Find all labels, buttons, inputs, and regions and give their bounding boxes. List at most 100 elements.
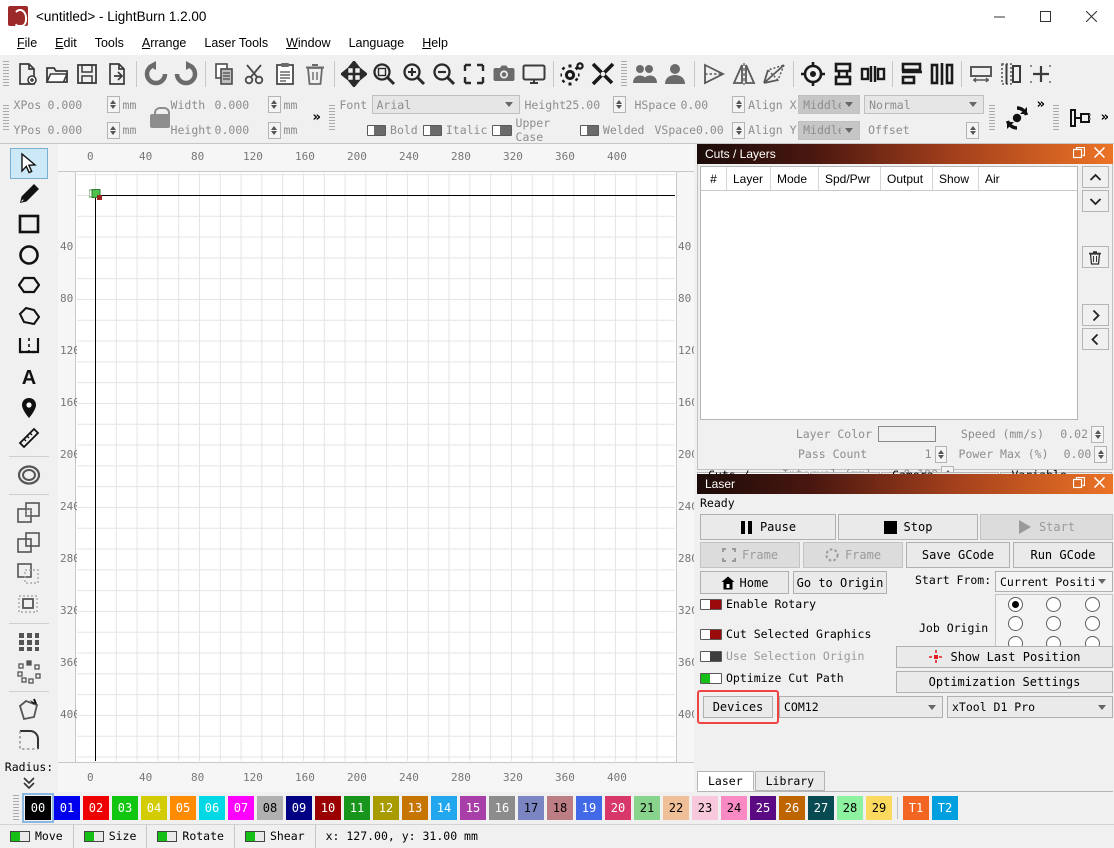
- shape-properties-icon[interactable]: [1064, 101, 1098, 135]
- italic-toggle[interactable]: [423, 125, 442, 136]
- vertical-ruler-right[interactable]: 4080120160200240280320360400: [676, 172, 694, 762]
- open-folder-icon[interactable]: [42, 59, 72, 89]
- delete-layer-icon[interactable]: [1082, 246, 1109, 268]
- map-pin-tool[interactable]: [10, 392, 48, 423]
- align-y-stepper[interactable]: [732, 122, 745, 139]
- tab-library[interactable]: Library: [755, 771, 825, 791]
- optimize-cut-path-toggle[interactable]: [700, 673, 722, 684]
- boolean-subtract-tool[interactable]: [10, 528, 48, 559]
- palette-swatch-16[interactable]: 16: [489, 796, 515, 820]
- pause-button[interactable]: Pause: [700, 514, 836, 540]
- text-props-grip[interactable]: [329, 105, 335, 131]
- optimize-cut-path-row[interactable]: Optimize Cut Path: [700, 671, 844, 685]
- move-down-icon[interactable]: [1082, 190, 1109, 212]
- palette-swatch-09[interactable]: 09: [286, 796, 312, 820]
- start-from-combo[interactable]: Current Position: [995, 571, 1113, 592]
- palette-swatch-01[interactable]: 01: [54, 796, 80, 820]
- start-button[interactable]: Start: [980, 514, 1113, 540]
- menu-edit[interactable]: Edit: [46, 34, 86, 52]
- font-combo[interactable]: Arial: [372, 95, 520, 114]
- preview-icon[interactable]: [519, 59, 549, 89]
- palette-swatch-22[interactable]: 22: [663, 796, 689, 820]
- palette-swatch-14[interactable]: 14: [431, 796, 457, 820]
- menu-language[interactable]: Language: [340, 34, 414, 52]
- canvas-area[interactable]: 04080120160200240280320360400 4080120160…: [58, 144, 694, 792]
- cut-selected-graphics-row[interactable]: Cut Selected Graphics: [700, 627, 871, 641]
- xpos-stepper[interactable]: [107, 96, 120, 113]
- rotate-grip[interactable]: [989, 105, 995, 131]
- cut-selected-graphics-toggle[interactable]: [700, 629, 722, 640]
- job-origin-top-center[interactable]: [1046, 597, 1061, 612]
- palette-swatch-T1[interactable]: T1: [903, 796, 929, 820]
- job-origin-middle-right[interactable]: [1085, 616, 1100, 631]
- align-x-combo[interactable]: Middle: [798, 95, 860, 114]
- status-size[interactable]: Size: [74, 825, 148, 848]
- text-style-combo[interactable]: Normal: [864, 95, 984, 114]
- power-max-stepper[interactable]: [1094, 446, 1107, 463]
- polygon-tool[interactable]: [10, 270, 48, 301]
- redo-icon[interactable]: [171, 59, 201, 89]
- move-right-icon[interactable]: [1082, 304, 1109, 326]
- optimization-settings-button[interactable]: Optimization Settings: [896, 671, 1113, 693]
- align-objects-icon[interactable]: [828, 59, 858, 89]
- home-button[interactable]: Home: [700, 571, 789, 594]
- boolean-intersect-tool[interactable]: [10, 559, 48, 590]
- offset-stepper[interactable]: [966, 122, 979, 139]
- center-origin-icon[interactable]: [1026, 59, 1056, 89]
- zoom-in-icon[interactable]: [399, 59, 429, 89]
- undock-icon[interactable]: [1073, 147, 1085, 162]
- lock-icon[interactable]: [149, 103, 171, 133]
- cut-icon[interactable]: [240, 59, 270, 89]
- export-icon[interactable]: [102, 59, 132, 89]
- status-move[interactable]: Move: [0, 825, 74, 848]
- job-origin-middle-left[interactable]: [1008, 616, 1023, 631]
- font-height-stepper[interactable]: [613, 96, 626, 113]
- camera-icon[interactable]: [489, 59, 519, 89]
- ypos-stepper[interactable]: [107, 122, 120, 139]
- palette-swatch-20[interactable]: 20: [605, 796, 631, 820]
- bold-toggle[interactable]: [367, 125, 386, 136]
- chevron-double-down-icon[interactable]: [10, 774, 48, 792]
- zoom-out-icon[interactable]: [429, 59, 459, 89]
- status-shear[interactable]: Shear: [235, 825, 316, 848]
- circular-array-tool[interactable]: [10, 657, 48, 688]
- horizontal-ruler-top[interactable]: 04080120160200240280320360400: [58, 144, 694, 172]
- delete-icon[interactable]: [300, 59, 330, 89]
- palette-swatch-18[interactable]: 18: [547, 796, 573, 820]
- move-icon[interactable]: [339, 59, 369, 89]
- save-icon[interactable]: [72, 59, 102, 89]
- palette-swatch-25[interactable]: 25: [750, 796, 776, 820]
- shape-tool[interactable]: [10, 301, 48, 332]
- height-stepper[interactable]: [268, 122, 281, 139]
- rectangle-tool[interactable]: [10, 209, 48, 240]
- fillet-corner-tool[interactable]: [10, 725, 48, 756]
- shape-grip[interactable]: [1053, 105, 1059, 131]
- status-rotate[interactable]: Rotate: [147, 825, 235, 848]
- palette-swatch-07[interactable]: 07: [228, 796, 254, 820]
- select-tool[interactable]: [10, 148, 48, 179]
- palette-swatch-17[interactable]: 17: [518, 796, 544, 820]
- tab-laser[interactable]: Laser: [697, 771, 754, 791]
- grid-array-tool[interactable]: [10, 627, 48, 658]
- menu-window[interactable]: Window: [277, 34, 339, 52]
- close-button[interactable]: [1068, 0, 1114, 32]
- run-gcode-button[interactable]: Run GCode: [1013, 542, 1113, 568]
- rotate-icon[interactable]: [1000, 101, 1034, 135]
- align-x-stepper[interactable]: [732, 96, 745, 113]
- palette-swatch-19[interactable]: 19: [576, 796, 602, 820]
- toolbar-grip[interactable]: [621, 61, 627, 87]
- palette-swatch-29[interactable]: 29: [866, 796, 892, 820]
- align-center-icon[interactable]: [927, 59, 957, 89]
- group-icon[interactable]: [630, 59, 660, 89]
- maximize-button[interactable]: [1022, 0, 1068, 32]
- use-selection-origin-row[interactable]: Use Selection Origin: [700, 649, 864, 663]
- show-last-position-button[interactable]: Show Last Position: [896, 646, 1113, 668]
- upper-case-toggle[interactable]: [492, 125, 511, 136]
- boolean-union-tool[interactable]: [10, 498, 48, 529]
- layer-table[interactable]: # Layer Mode Spd/Pwr Output Show Air: [700, 166, 1078, 420]
- device-combo[interactable]: xTool D1 Pro: [947, 696, 1113, 718]
- palette-swatch-27[interactable]: 27: [808, 796, 834, 820]
- position-expand-button[interactable]: »: [310, 110, 324, 125]
- undo-icon[interactable]: [141, 59, 171, 89]
- frame-round-button[interactable]: Frame: [803, 542, 903, 568]
